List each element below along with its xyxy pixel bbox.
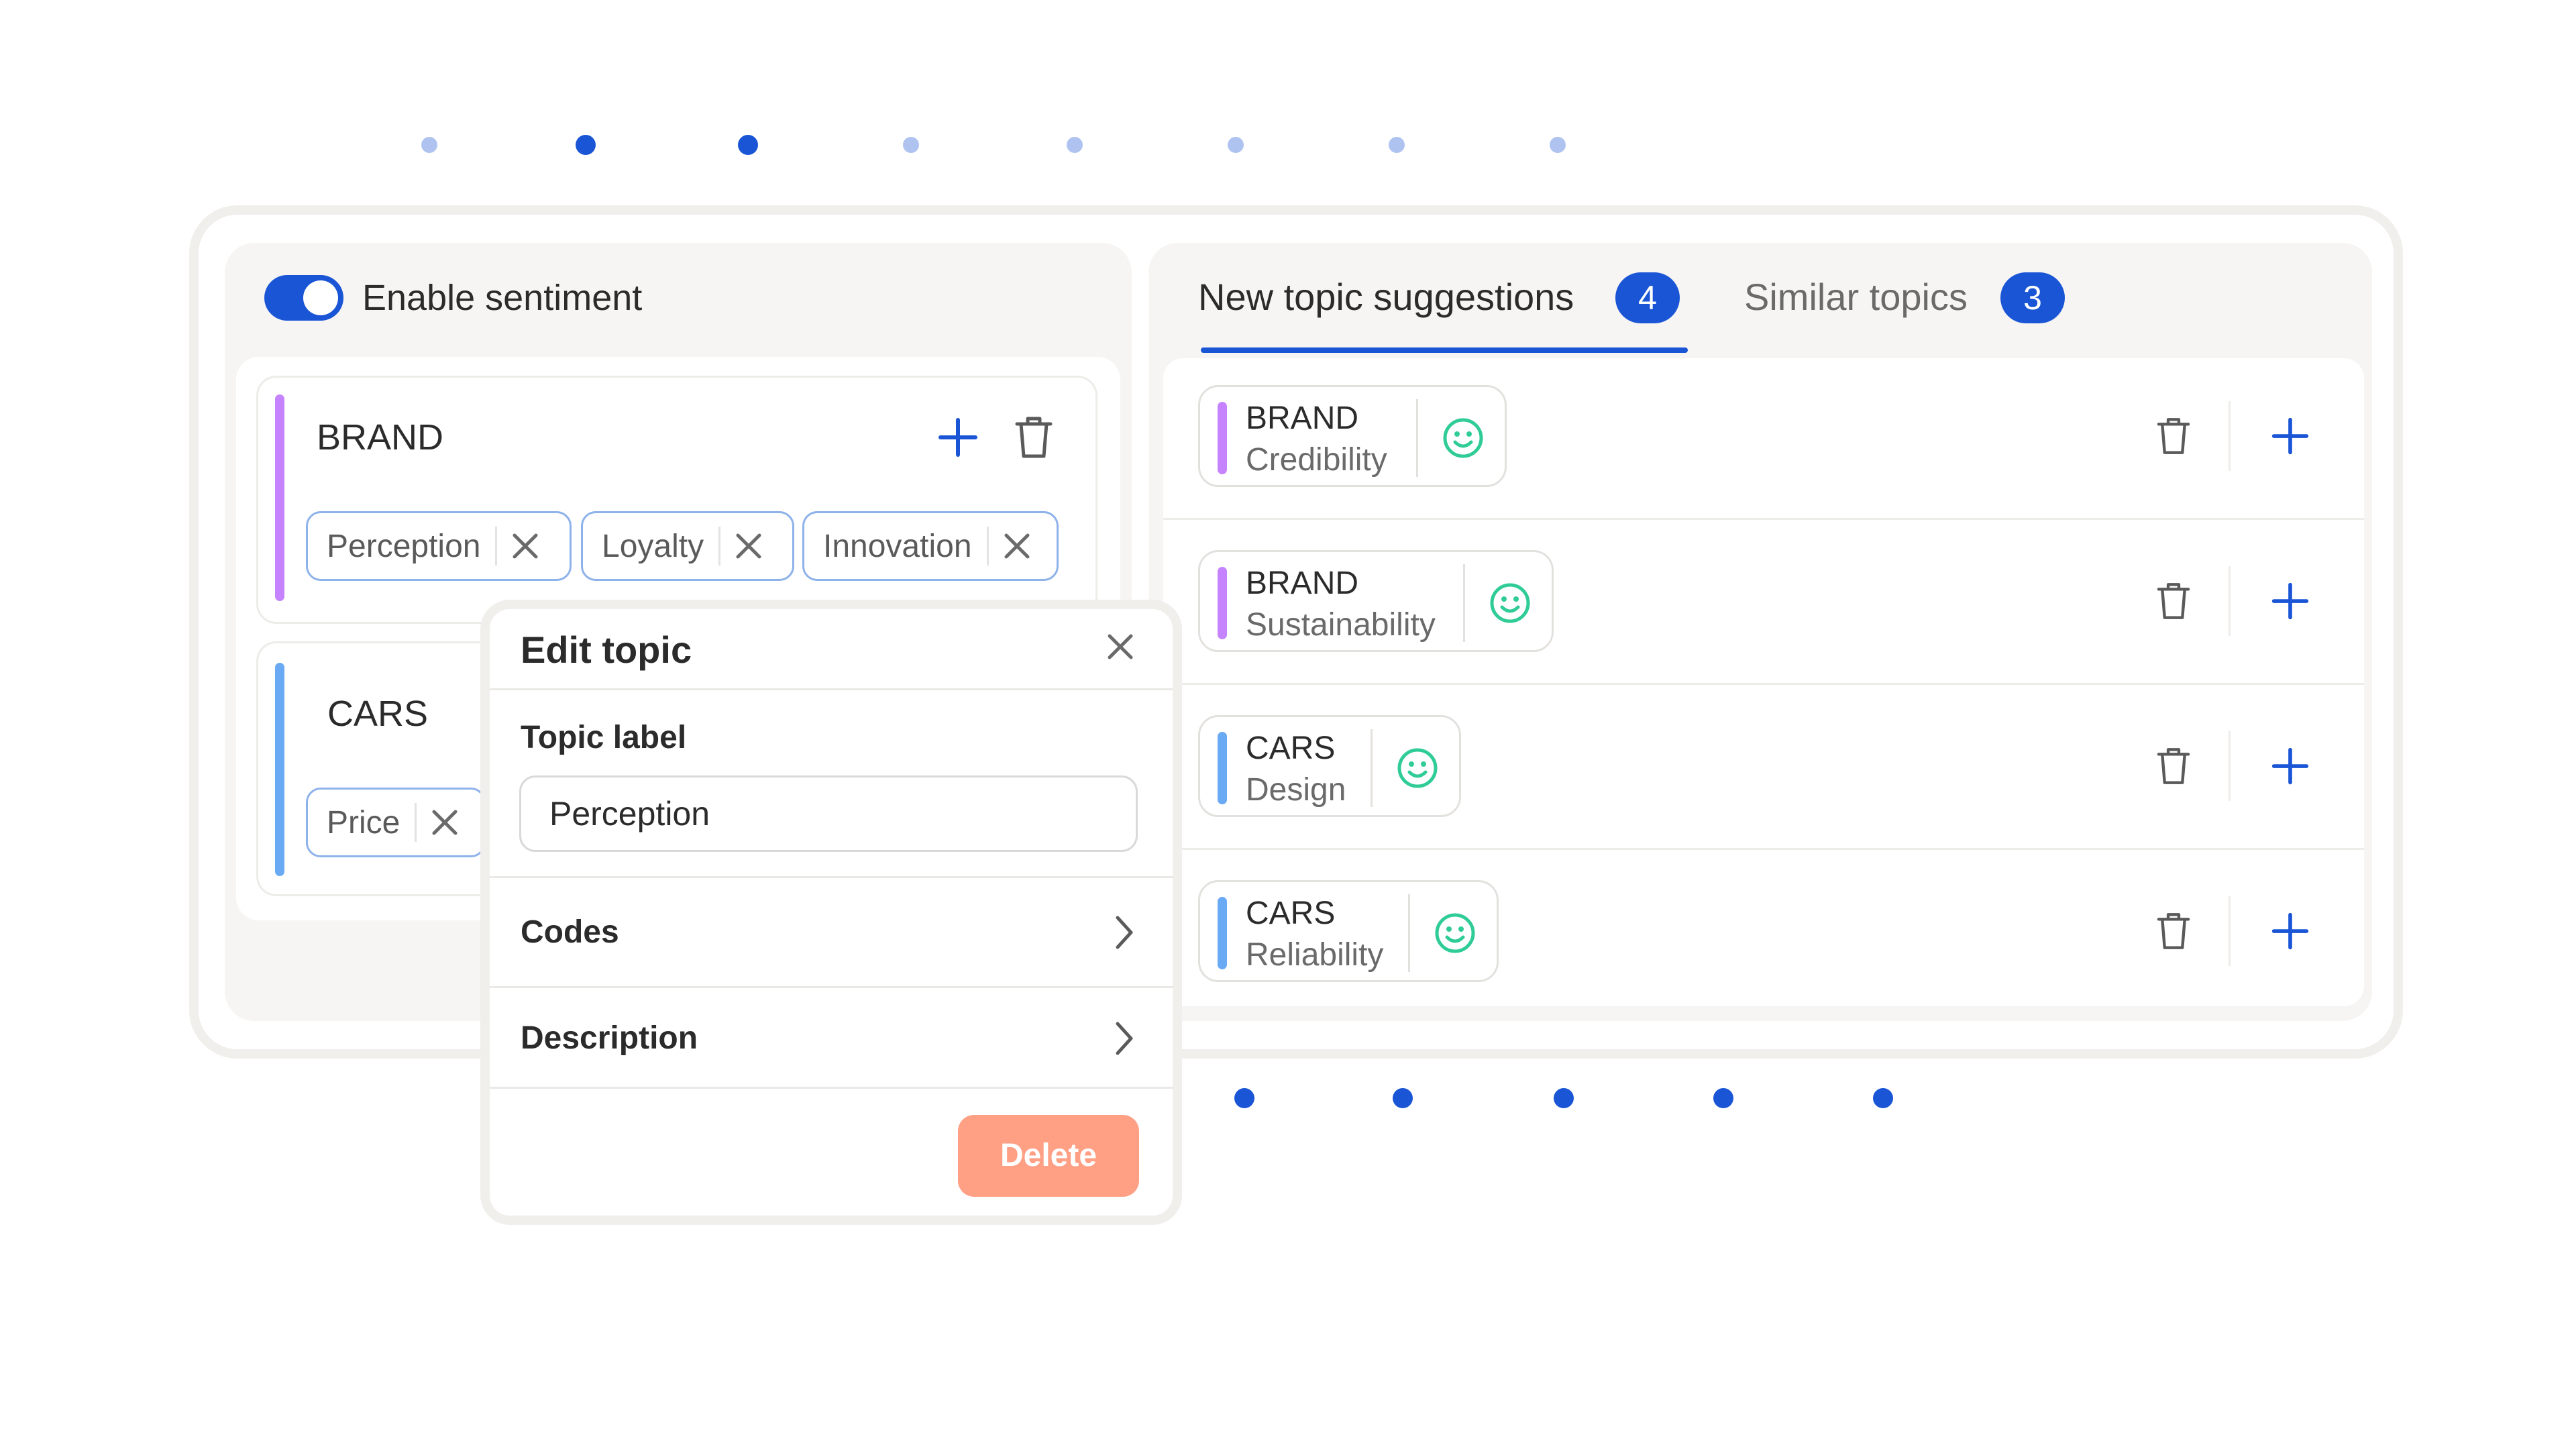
sentiment-label: Enable sentiment <box>362 278 643 318</box>
suggestion-category: BRAND <box>1246 400 1359 436</box>
chip-label: Loyalty <box>602 528 704 564</box>
suggestion-name: Sustainability <box>1246 607 1436 643</box>
new-suggestions-count-badge: 4 <box>1615 272 1680 323</box>
trash-icon[interactable] <box>1013 415 1055 460</box>
popup-title: Edit topic <box>521 629 692 671</box>
top-dot-2 <box>576 135 596 155</box>
tab-similar-topics[interactable]: Similar topics <box>1744 275 1968 319</box>
tab-new-topic-suggestions[interactable]: New topic suggestions <box>1198 275 1574 319</box>
description-row-label[interactable]: Description <box>521 1020 698 1057</box>
action-divider <box>2229 401 2231 471</box>
add-icon[interactable] <box>2270 746 2310 786</box>
sentiment-toggle[interactable] <box>264 275 343 321</box>
bottom-dot-5 <box>1873 1088 1893 1108</box>
codes-row-label[interactable]: Codes <box>521 914 619 951</box>
chip-label: Price <box>327 804 400 841</box>
action-divider <box>2229 566 2231 636</box>
topic-chip-innovation[interactable]: Innovation <box>802 511 1059 581</box>
chip-divider <box>1463 564 1465 642</box>
smile-icon[interactable] <box>1434 912 1477 955</box>
trash-icon[interactable] <box>2153 746 2194 786</box>
suggestion-category: CARS <box>1246 731 1336 766</box>
remove-icon[interactable] <box>430 808 460 837</box>
divider <box>490 986 1173 988</box>
suggestion-chip[interactable]: CARS Design <box>1198 715 1461 817</box>
smile-icon[interactable] <box>1396 747 1439 790</box>
top-dot-7 <box>1389 137 1405 153</box>
toggle-knob <box>303 280 338 315</box>
brand-color-bar <box>1218 402 1227 474</box>
trash-icon[interactable] <box>2153 911 2194 951</box>
chip-divider <box>1371 729 1373 807</box>
top-dot-5 <box>1067 137 1083 153</box>
add-icon[interactable] <box>936 416 979 459</box>
divider <box>490 1087 1173 1089</box>
group-title-cars: CARS <box>327 694 429 734</box>
suggestion-category: CARS <box>1246 896 1336 931</box>
add-icon[interactable] <box>2270 911 2310 951</box>
topic-chip-price[interactable]: Price <box>306 788 486 857</box>
divider <box>490 876 1173 878</box>
top-dot-4 <box>903 137 919 153</box>
suggestion-name: Credibility <box>1246 442 1387 478</box>
trash-icon[interactable] <box>2153 581 2194 621</box>
action-divider <box>2229 731 2231 801</box>
bottom-dot-1 <box>1234 1088 1254 1108</box>
bottom-dot-2 <box>1393 1088 1413 1108</box>
suggestion-name: Design <box>1246 772 1346 808</box>
top-dot-6 <box>1228 137 1244 153</box>
chevron-right-icon[interactable] <box>1110 1017 1139 1060</box>
cars-color-bar <box>1218 897 1227 969</box>
row-divider <box>1163 848 2364 850</box>
chip-divider <box>986 527 989 566</box>
suggestion-chip[interactable]: BRAND Credibility <box>1198 385 1507 487</box>
top-dot-1 <box>421 137 437 153</box>
trash-icon[interactable] <box>2153 416 2194 456</box>
suggestion-category: BRAND <box>1246 566 1359 601</box>
close-icon[interactable] <box>1104 631 1136 663</box>
similar-topics-count-badge: 3 <box>2000 272 2065 323</box>
suggestion-chip[interactable]: CARS Reliability <box>1198 880 1499 982</box>
chip-divider <box>718 527 721 566</box>
chip-divider <box>1416 399 1418 477</box>
bottom-dot-3 <box>1554 1088 1574 1108</box>
cars-color-bar <box>1218 732 1227 804</box>
chip-divider <box>1408 894 1410 972</box>
cars-color-bar <box>275 663 284 876</box>
remove-icon[interactable] <box>511 531 540 561</box>
remove-icon[interactable] <box>1002 531 1032 561</box>
smile-icon[interactable] <box>1442 417 1485 460</box>
action-divider <box>2229 896 2231 966</box>
bottom-dot-4 <box>1713 1088 1733 1108</box>
suggestion-name: Reliability <box>1246 937 1384 973</box>
smile-icon[interactable] <box>1489 582 1532 625</box>
topic-label-heading: Topic label <box>521 720 687 755</box>
suggestion-chip[interactable]: BRAND Sustainability <box>1198 550 1554 652</box>
chip-divider <box>495 527 498 566</box>
divider <box>490 688 1173 690</box>
add-icon[interactable] <box>2270 581 2310 621</box>
top-dot-8 <box>1550 137 1566 153</box>
delete-button[interactable]: Delete <box>958 1115 1139 1197</box>
topic-group-brand <box>256 376 1097 624</box>
brand-color-bar <box>275 394 284 601</box>
row-divider <box>1163 683 2364 685</box>
topic-chip-perception[interactable]: Perception <box>306 511 572 581</box>
chip-divider <box>415 803 417 842</box>
active-tab-indicator <box>1201 347 1688 353</box>
add-icon[interactable] <box>2270 416 2310 456</box>
topic-label-input[interactable] <box>519 775 1138 852</box>
group-title-brand: BRAND <box>317 417 444 458</box>
row-divider <box>1163 518 2364 520</box>
chip-label: Innovation <box>823 528 972 564</box>
topic-chip-loyalty[interactable]: Loyalty <box>581 511 794 581</box>
top-dot-3 <box>738 135 758 155</box>
brand-color-bar <box>1218 567 1227 639</box>
chip-label: Perception <box>327 528 481 564</box>
chevron-right-icon[interactable] <box>1110 911 1139 954</box>
remove-icon[interactable] <box>734 531 763 561</box>
